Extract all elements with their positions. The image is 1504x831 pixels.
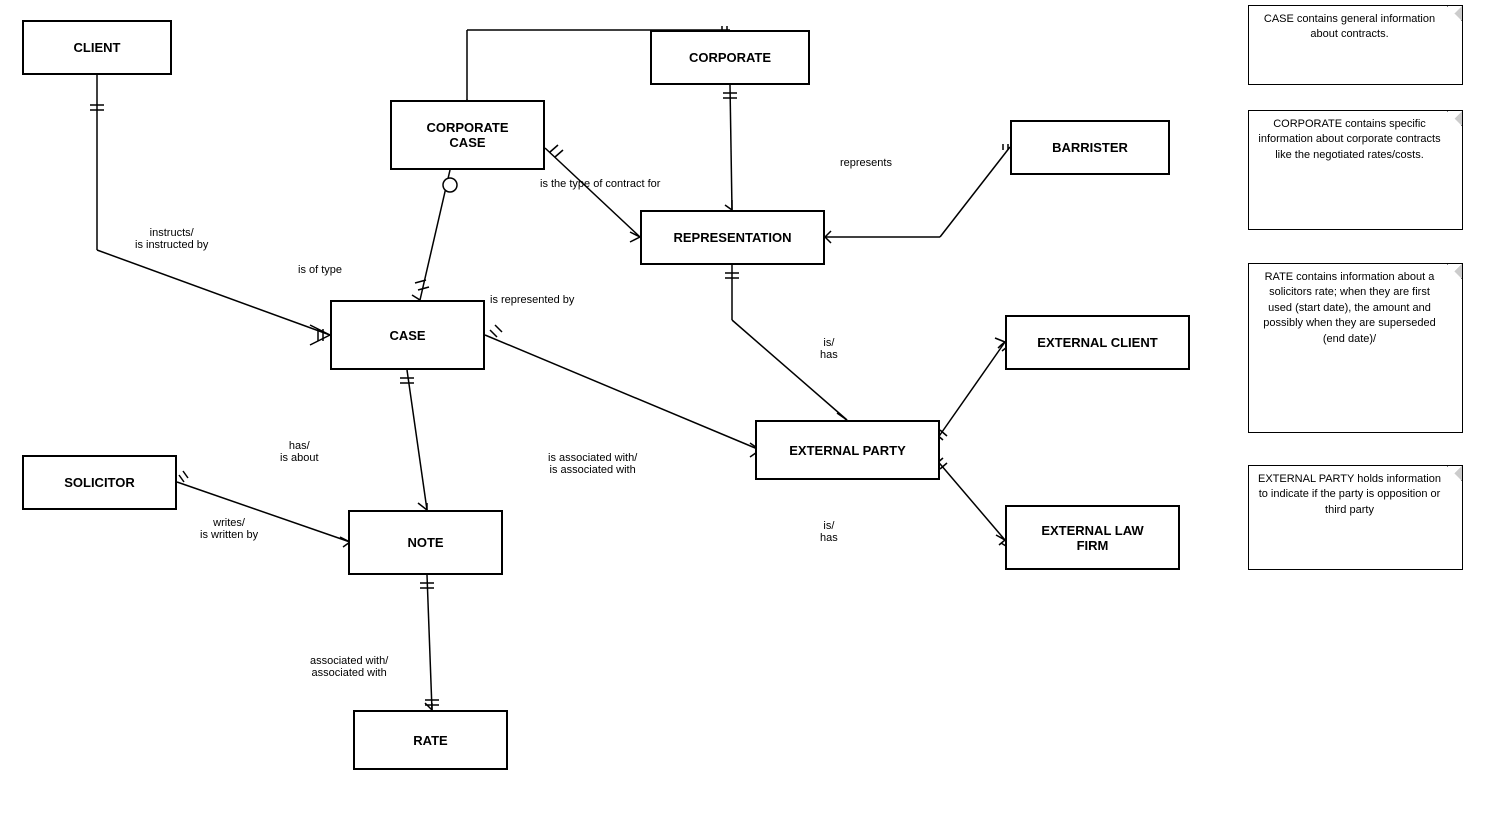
entity-representation: REPRESENTATION <box>640 210 825 265</box>
note-corporate: CORPORATE contains specific information … <box>1248 110 1463 230</box>
label-is-represented-by: is represented by <box>490 282 574 306</box>
label-is-has-firm: is/ has <box>820 508 838 544</box>
entity-external-party: EXTERNAL PARTY <box>755 420 940 480</box>
label-writes: writes/ is written by <box>200 505 258 541</box>
entity-client: CLIENT <box>22 20 172 75</box>
label-represents: represents <box>840 145 892 169</box>
entity-rate: RATE <box>353 710 508 770</box>
entity-external-law-firm: EXTERNAL LAW FIRM <box>1005 505 1180 570</box>
entity-corporate-case: CORPORATE CASE <box>390 100 545 170</box>
entity-case: CASE <box>330 300 485 370</box>
label-is-of-type: is of type <box>298 252 342 276</box>
entity-solicitor: SOLICITOR <box>22 455 177 510</box>
entity-external-client: EXTERNAL CLIENT <box>1005 315 1190 370</box>
label-is-type-contract: is the type of contract for <box>540 178 660 190</box>
note-rate: RATE contains information about a solici… <box>1248 263 1463 433</box>
label-instructs: instructs/ is instructed by <box>135 215 208 251</box>
label-is-has-client: is/ has <box>820 325 838 361</box>
entity-corporate: CORPORATE <box>650 30 810 85</box>
diagram-container: CLIENT CORPORATE CASE CORPORATE BARRISTE… <box>0 0 1504 831</box>
label-associated-with: associated with/ associated with <box>310 643 388 679</box>
note-external-party: EXTERNAL PARTY holds information to indi… <box>1248 465 1463 570</box>
entity-note: NOTE <box>348 510 503 575</box>
label-has-is-about: has/ is about <box>280 428 319 464</box>
note-case: CASE contains general information about … <box>1248 5 1463 85</box>
entity-barrister: BARRISTER <box>1010 120 1170 175</box>
label-is-associated-with: is associated with/ is associated with <box>548 440 637 476</box>
